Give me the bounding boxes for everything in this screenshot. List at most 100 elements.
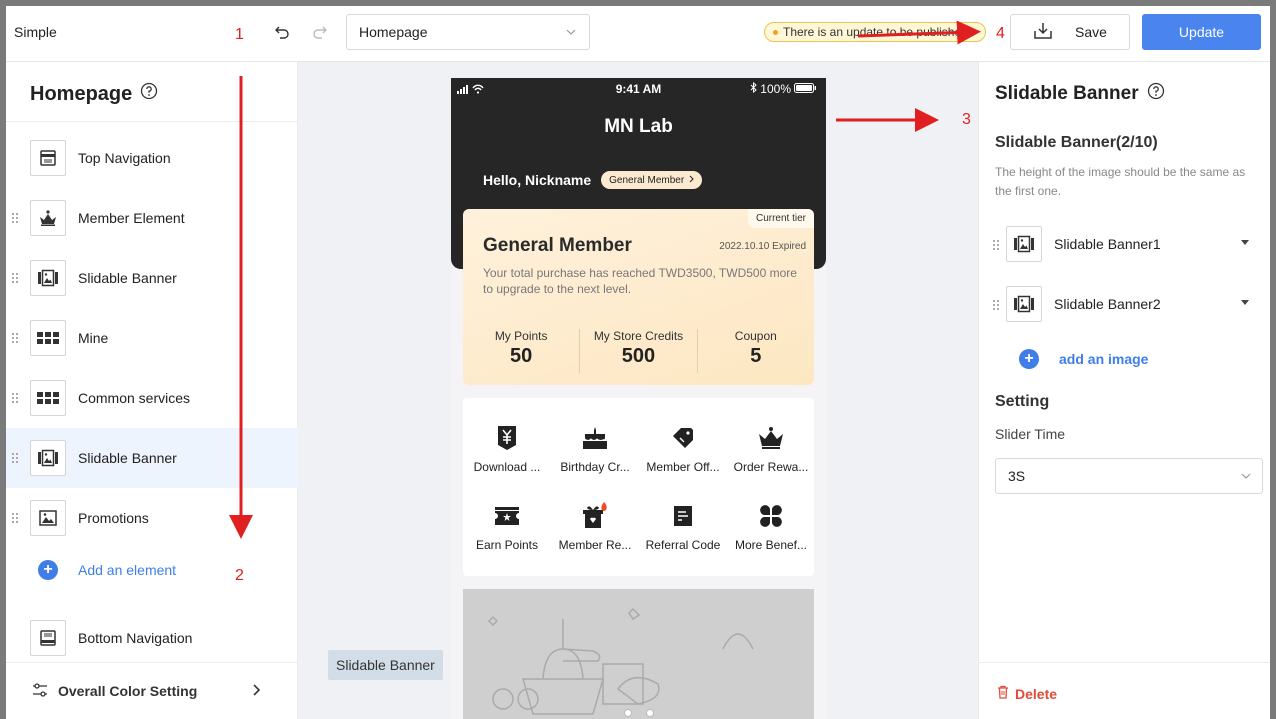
help-icon[interactable] [140,82,158,106]
sidebar-item-label: Common services [78,390,191,406]
slider-time-value: 3S [1008,468,1026,484]
save-button[interactable]: Save [1010,14,1130,50]
caret-down-icon[interactable] [1241,240,1249,245]
delete-button[interactable]: Delete [997,685,1057,702]
yen-shield-icon [463,424,551,452]
color-setting-label: Overall Color Setting [58,683,198,699]
overall-color-setting[interactable]: Overall Color Setting [6,662,298,719]
banner-placeholder-illustration [487,607,754,715]
page-select-value: Homepage [359,24,428,40]
drag-handle-icon[interactable] [12,333,20,343]
sidebar-title: Homepage [30,82,158,106]
greeting-text: Hello, Nickname [483,172,592,188]
banner-item-1[interactable]: Slidable Banner1 [979,226,1270,264]
update-button[interactable]: Update [1142,14,1261,50]
service-download[interactable]: Download ... [463,424,551,474]
sidebar-item-bottom-navigation[interactable]: Bottom Navigation [6,608,298,668]
undo-icon[interactable] [270,20,294,44]
service-member-offers[interactable]: Member Off... [639,424,727,474]
redo-icon[interactable] [308,20,332,44]
panel-title: Slidable Banner [995,82,1165,106]
service-label: Download ... [473,460,541,474]
slider-time-select[interactable]: 3S [995,458,1263,494]
banner-item-2[interactable]: Slidable Banner2 [979,286,1270,324]
service-order-rewards[interactable]: Order Rewa... [727,424,815,474]
app-window: Simple Homepage There is an update to be… [6,6,1270,719]
save-button-label: Save [1075,24,1107,40]
sidebar-item-promotions[interactable]: Promotions [6,488,298,548]
tier-badge: Current tier [747,209,814,228]
notice-dot-icon [773,29,778,35]
carousel-dot[interactable] [645,709,654,717]
drag-handle-icon[interactable] [993,240,1001,250]
banner-hint: The height of the image should be the sa… [995,165,1246,198]
plus-circle-icon: + [1019,349,1039,369]
tag-icon [639,424,727,452]
top-navigation-icon [30,140,66,176]
sidebar-title-text: Homepage [30,82,133,105]
annotation-number-2: 2 [235,567,244,584]
trash-icon [997,685,1009,702]
cake-icon [551,424,639,452]
setting-heading: Setting [995,393,1050,410]
sidebar-item-label: Member Element [78,210,185,226]
sidebar-item-member-element[interactable]: Member Element [6,188,298,248]
plus-circle-icon: + [38,560,58,580]
drag-handle-icon[interactable] [12,213,20,223]
stats-row: My Points 50 My Store Credits 500 Coupon… [463,329,814,373]
service-member-referral[interactable]: Member Re... [551,502,639,552]
sidebar-item-label: Bottom Navigation [78,630,193,646]
help-icon[interactable] [1147,82,1165,106]
stat-points[interactable]: My Points 50 [463,329,581,373]
banner-item-label: Slidable Banner2 [1054,296,1161,312]
drag-handle-icon[interactable] [12,393,20,403]
image-gallery-icon [30,260,66,296]
carousel-dots [463,709,814,717]
stat-store-credits[interactable]: My Store Credits 500 [580,329,698,373]
delete-label: Delete [1015,685,1058,702]
drag-handle-icon[interactable] [12,513,20,523]
add-element-button[interactable]: + Add an element [38,560,176,580]
sidebar-item-slidable-banner-active[interactable]: Slidable Banner [6,428,298,488]
stat-coupon[interactable]: Coupon 5 [698,329,814,373]
battery-percent: 100% [760,82,791,96]
caret-down-icon[interactable] [1241,300,1249,305]
service-label: Member Off... [646,460,720,474]
sidebar: Homepage Top Navigation Member Element S… [6,62,298,719]
service-referral-code[interactable]: Referral Code [639,502,727,552]
update-notice: There is an update to be published [764,22,986,42]
panel-footer: Delete [979,662,1270,719]
service-birthday[interactable]: Birthday Cr... [551,424,639,474]
bottom-navigation-icon [30,620,66,656]
add-element-label: Add an element [78,562,177,578]
sliders-icon [32,682,48,701]
member-level-pill[interactable]: General Member [601,171,703,189]
add-image-label: add an image [1059,351,1149,367]
service-label: Order Rewa... [733,460,809,474]
sidebar-item-top-navigation[interactable]: Top Navigation [6,128,298,188]
common-services-grid: Download ... Birthday Cr... Member Off..… [463,398,814,576]
slider-time-label: Slider Time [995,426,1066,442]
page-select[interactable]: Homepage [346,14,590,50]
service-more-benefits[interactable]: More Benef... [727,502,815,552]
carousel-dot[interactable] [623,709,632,717]
stat-value: 50 [510,345,533,367]
service-earn-points[interactable]: Earn Points [463,502,551,552]
membership-card: Current tier General Member 2022.10.10 E… [463,209,814,385]
expiry-date: 2022.10.10 Expired [719,241,806,252]
sidebar-item-common-services[interactable]: Common services [6,368,298,428]
chevron-down-icon [1240,469,1252,485]
drag-handle-icon[interactable] [12,273,20,283]
sidebar-item-slidable-banner[interactable]: Slidable Banner [6,248,298,308]
sidebar-item-label: Slidable Banner [78,270,177,286]
annotation-number-3: 3 [962,111,971,128]
add-image-button[interactable]: + add an image [1019,349,1148,369]
drag-handle-icon[interactable] [12,453,20,463]
slidable-banner-preview[interactable] [463,589,814,719]
card-description: Your total purchase has reached TWD3500,… [483,266,797,296]
sidebar-item-mine[interactable]: Mine [6,308,298,368]
drag-handle-icon[interactable] [993,300,1001,310]
sidebar-item-label: Top Navigation [78,150,171,166]
stat-label: My Store Credits [593,329,684,343]
brand-title: MN Lab [604,116,673,137]
